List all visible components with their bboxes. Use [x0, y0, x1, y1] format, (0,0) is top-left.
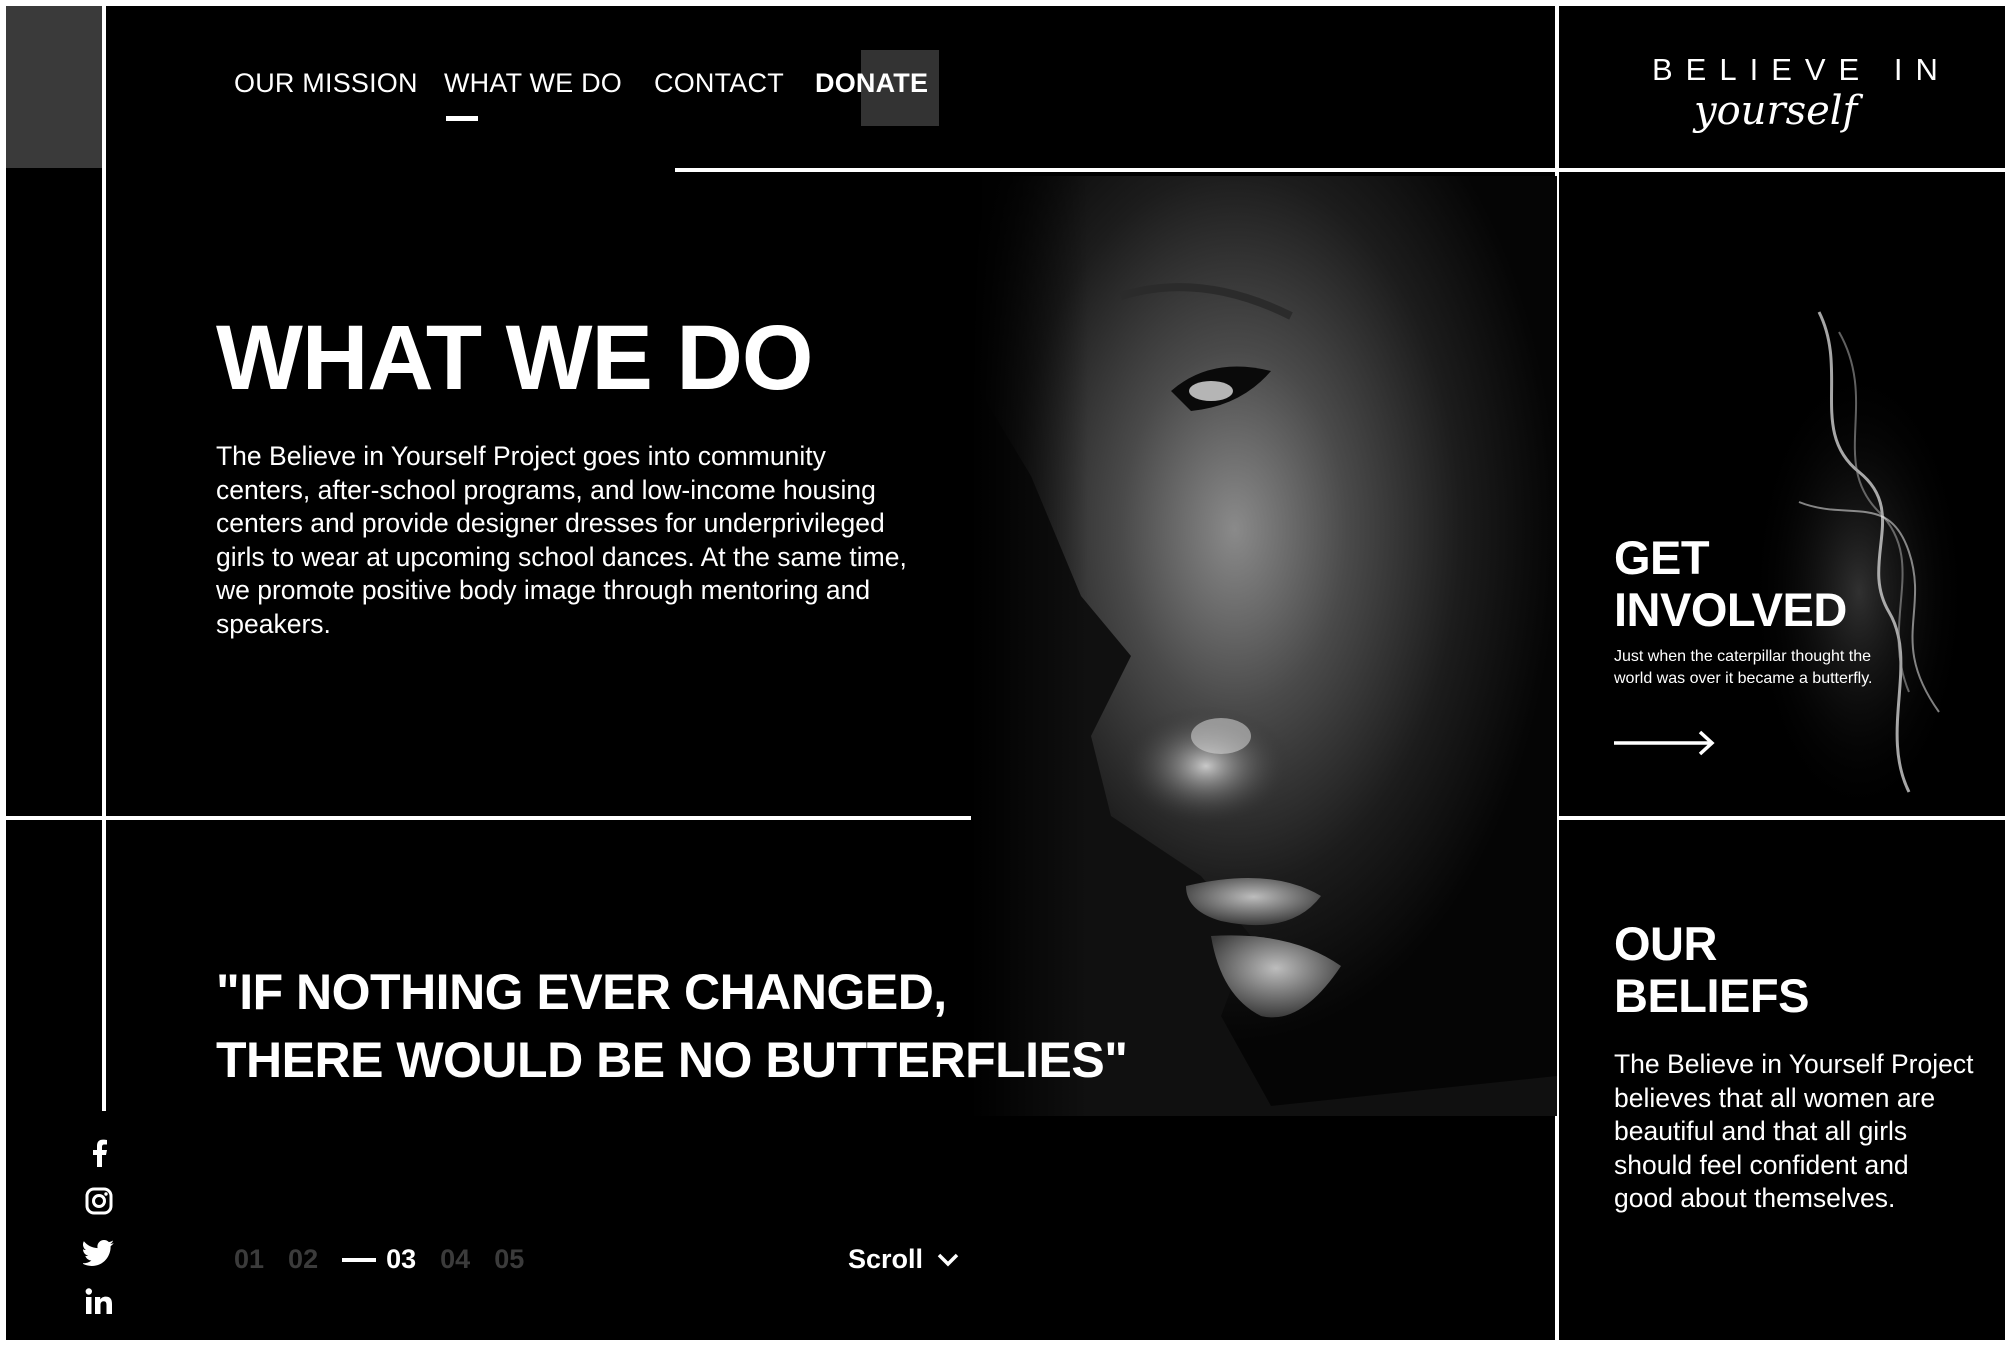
page-title: WHAT WE DO	[216, 307, 813, 409]
pager-item-01[interactable]: 01	[234, 1244, 264, 1275]
pager-item-03[interactable]: 03	[386, 1244, 416, 1275]
nav-what-we-do[interactable]: WHAT WE DO	[444, 68, 622, 121]
beliefs-title-line-1: OUR	[1614, 917, 1717, 970]
twitter-icon[interactable]	[82, 1236, 116, 1270]
arrow-right-icon[interactable]	[1614, 730, 1716, 756]
linkedin-icon[interactable]	[82, 1284, 116, 1318]
pager-item-04[interactable]: 04	[440, 1244, 470, 1275]
quote: "IF NOTHING EVER CHANGED, THERE WOULD BE…	[216, 958, 1128, 1094]
beliefs-title-line-2: BELIEFS	[1614, 969, 1809, 1022]
pager-item-02[interactable]: 02	[288, 1244, 318, 1275]
horizontal-rule-middle-right	[1559, 816, 2005, 820]
scroll-button[interactable]: Scroll	[848, 1244, 959, 1275]
horizontal-rule-top	[675, 168, 1555, 172]
main-nav: OUR MISSION WHAT WE DO CONTACT DONATE	[234, 68, 974, 121]
nav-contact[interactable]: CONTACT	[654, 68, 784, 99]
beliefs-text: The Believe in Yourself Project believes…	[1614, 1049, 1974, 1213]
logo[interactable]: BELIEVE IN yourself	[1652, 52, 1952, 152]
pager-item-05[interactable]: 05	[494, 1244, 524, 1275]
get-involved-text: Just when the caterpillar thought the wo…	[1614, 648, 1873, 687]
get-involved-panel[interactable]: GET INVOLVED Just when the caterpillar t…	[1559, 172, 2005, 816]
page-frame: OUR MISSION WHAT WE DO CONTACT DONATE BE…	[6, 6, 2005, 1340]
scroll-label: Scroll	[848, 1244, 924, 1274]
quote-line-1: "IF NOTHING EVER CHANGED,	[216, 964, 947, 1020]
smoke-image	[1559, 172, 2005, 816]
get-involved-title-line-2: INVOLVED	[1614, 583, 1847, 636]
slide-pager: 01 02 03 04 05	[234, 1244, 548, 1275]
nav-our-mission[interactable]: OUR MISSION	[234, 68, 418, 99]
logo-script: yourself	[1694, 88, 1858, 134]
nav-donate[interactable]: DONATE	[815, 68, 928, 99]
chevron-down-icon	[937, 1253, 959, 1266]
get-involved-title: GET INVOLVED	[1614, 532, 1847, 636]
facebook-icon[interactable]	[82, 1136, 116, 1170]
vertical-rule-left	[102, 6, 106, 1111]
beliefs-title: OUR BELIEFS	[1614, 918, 1809, 1022]
get-involved-title-line-1: GET	[1614, 531, 1710, 584]
horizontal-rule-middle	[6, 816, 1026, 820]
pager-active-dash	[342, 1257, 377, 1262]
quote-line-2: THERE WOULD BE NO BUTTERFLIES"	[216, 1032, 1128, 1088]
logo-wordmark: BELIEVE IN	[1652, 52, 1951, 87]
corner-block	[6, 6, 102, 168]
hero-description: The Believe in Yourself Project goes int…	[216, 441, 907, 639]
instagram-icon[interactable]	[82, 1184, 116, 1218]
